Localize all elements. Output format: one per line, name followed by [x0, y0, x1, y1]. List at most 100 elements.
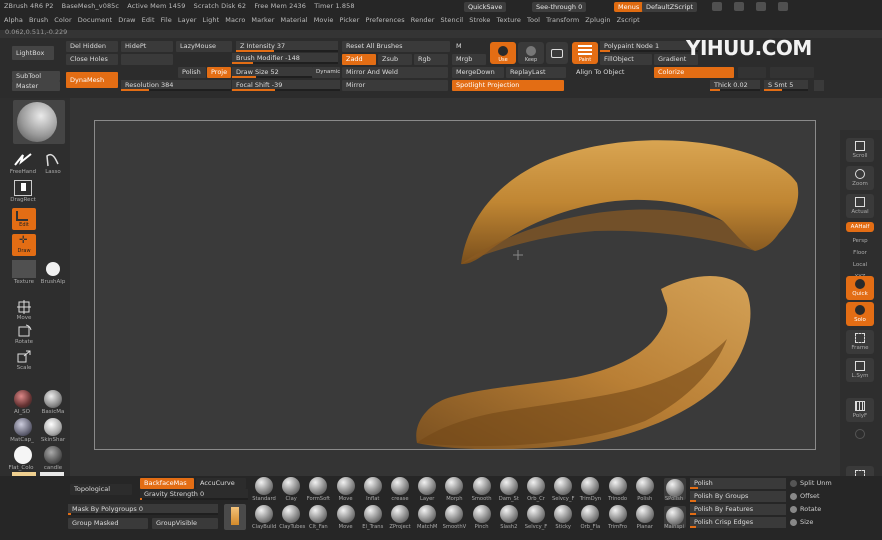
mask-by-polygroups-slider[interactable]: Mask By Polygroups 0	[68, 504, 218, 515]
menu-picker[interactable]: Picker	[339, 16, 359, 24]
brush-trimdyn-icon[interactable]	[581, 477, 600, 495]
actual-button[interactable]: Actual	[846, 194, 874, 218]
brush-claytubes-icon[interactable]	[282, 505, 301, 523]
brush-modifier-slider[interactable]: Brush Modifier -148	[232, 53, 338, 64]
subtool-master-button-line2[interactable]: Master	[12, 81, 60, 91]
m-toggle[interactable]: M	[452, 41, 486, 52]
spotlight-projection-button[interactable]: Spotlight Projection	[452, 80, 564, 91]
brush-layer-icon[interactable]	[418, 477, 437, 495]
lazymouse-button[interactable]: LazyMouse	[176, 41, 232, 52]
focal-shift-slider[interactable]: Focal Shift -39	[232, 80, 340, 91]
brush-zproject-icon[interactable]	[391, 505, 409, 523]
z-intensity-slider[interactable]: Z Intensity 37	[236, 41, 338, 52]
use-button[interactable]: Use	[490, 42, 516, 64]
subtool-master-button-line1[interactable]: SubTool	[12, 71, 60, 81]
project-toggle[interactable]: Proje	[207, 67, 231, 78]
zsub-toggle[interactable]: Zsub	[378, 54, 412, 65]
polish-by-groups-slider[interactable]: Polish By Groups	[690, 491, 786, 502]
mirror-and-weld-button[interactable]: Mirror And Weld	[342, 67, 448, 78]
material-flat-color-icon[interactable]	[14, 446, 32, 464]
frame-button[interactable]: Frame	[846, 330, 874, 354]
menu-stencil[interactable]: Stencil	[441, 16, 464, 24]
brush-clt-fan-icon[interactable]	[309, 505, 328, 523]
menu-render[interactable]: Render	[411, 16, 435, 24]
default-zscript-button[interactable]: DefaultZScript	[642, 2, 698, 12]
active-brush-slot[interactable]	[224, 504, 246, 530]
material-matcap-icon[interactable]	[14, 418, 32, 436]
brush-planar-icon[interactable]	[635, 505, 654, 523]
persp-button[interactable]: Persp	[846, 236, 874, 246]
brush-claybuild-icon[interactable]	[255, 505, 273, 523]
menu-file[interactable]: File	[161, 16, 172, 24]
menu-zscript[interactable]: Zscript	[617, 16, 640, 24]
brush-matchm-icon[interactable]	[418, 505, 437, 523]
brush-alpha-icon[interactable]	[46, 262, 60, 276]
menu-stroke[interactable]: Stroke	[469, 16, 490, 24]
brush-formsoft-icon[interactable]	[309, 477, 328, 495]
gravity-strength-slider[interactable]: Gravity Strength 0	[140, 489, 248, 500]
menu-draw[interactable]: Draw	[118, 16, 135, 24]
reset-all-brushes-button[interactable]: Reset All Brushes	[342, 41, 450, 52]
zoom-button[interactable]: Zoom	[846, 166, 874, 190]
brush-smoothv-icon[interactable]	[445, 505, 464, 523]
brush-standard-icon[interactable]	[255, 477, 273, 495]
menu-macro[interactable]: Macro	[225, 16, 245, 24]
align-to-object-button[interactable]: Align To Object	[572, 67, 652, 78]
menus-button[interactable]: Menus	[614, 2, 644, 12]
help-icon[interactable]	[712, 2, 722, 11]
offset-radio[interactable]	[790, 493, 797, 500]
menu-edit[interactable]: Edit	[142, 16, 155, 24]
material-skinshade-icon[interactable]	[44, 418, 62, 436]
brush-move-icon[interactable]	[336, 505, 355, 523]
brush-selvcy-f-icon[interactable]	[527, 505, 545, 523]
brush-el-trans-icon[interactable]	[363, 505, 382, 523]
dynamesh-button[interactable]: DynaMesh	[66, 72, 118, 88]
resolution-slider[interactable]: Resolution 384	[121, 80, 231, 91]
texture-slot[interactable]	[12, 260, 36, 278]
colorize-toggle[interactable]: Colorize	[654, 67, 734, 78]
transp-button[interactable]	[846, 426, 874, 446]
menu-brush[interactable]: Brush	[29, 16, 48, 24]
menu-texture[interactable]: Texture	[497, 16, 522, 24]
material-basic-icon[interactable]	[44, 390, 62, 408]
move-icon[interactable]	[16, 300, 32, 314]
freehand-stroke-icon[interactable]	[13, 152, 33, 168]
brush-inflat-icon[interactable]	[363, 477, 382, 495]
s-smt-slider[interactable]: S Smt 5	[764, 80, 808, 91]
mergedown-button[interactable]: MergeDown	[452, 67, 504, 78]
brush-orb-fla-icon[interactable]	[581, 505, 600, 523]
floor-button[interactable]: Floor	[846, 248, 874, 258]
brush-pinch-icon[interactable]	[472, 505, 491, 523]
close-holes-button[interactable]: Close Holes	[66, 54, 118, 65]
scale-icon[interactable]	[16, 350, 32, 364]
mirror-button[interactable]: Mirror	[342, 80, 448, 91]
del-hidden-button[interactable]: Del Hidden	[66, 41, 118, 52]
rgb-toggle[interactable]: Rgb	[414, 54, 448, 65]
fillobject-button[interactable]: FillObject	[600, 54, 652, 65]
brush-sticky-icon[interactable]	[554, 505, 573, 523]
menu-layer[interactable]: Layer	[178, 16, 197, 24]
draw-button[interactable]: ✛ Draw	[12, 234, 36, 256]
group-visible-button[interactable]: GroupVisible	[152, 518, 218, 529]
thick-slider[interactable]: Thick 0.02	[710, 80, 760, 91]
menu-preferences[interactable]: Preferences	[365, 16, 404, 24]
menu-zplugin[interactable]: Zplugin	[585, 16, 610, 24]
brush-trinodo-icon[interactable]	[608, 477, 627, 495]
current-brush-preview[interactable]	[13, 100, 65, 144]
aahalf-button[interactable]: AAHalf	[846, 222, 874, 232]
lsym-button[interactable]: L.Sym	[846, 358, 874, 382]
settings-icon[interactable]	[734, 2, 744, 11]
menu-movie[interactable]: Movie	[314, 16, 334, 24]
polish-slider[interactable]: Polish	[690, 478, 786, 489]
brush-morph-icon[interactable]	[445, 477, 464, 495]
menu-material[interactable]: Material	[281, 16, 308, 24]
paint-button[interactable]: Paint	[572, 42, 598, 64]
rotate-radio[interactable]	[790, 506, 797, 513]
brush-trimfro-icon[interactable]	[608, 505, 627, 523]
menu-document[interactable]: Document	[78, 16, 112, 24]
split-unmasked-radio[interactable]	[790, 480, 797, 487]
local-button[interactable]: Local	[846, 260, 874, 270]
polyf-button[interactable]: PolyF	[846, 398, 874, 422]
material-ai-so-icon[interactable]	[14, 390, 32, 408]
keep-button[interactable]: Keep	[518, 42, 544, 64]
